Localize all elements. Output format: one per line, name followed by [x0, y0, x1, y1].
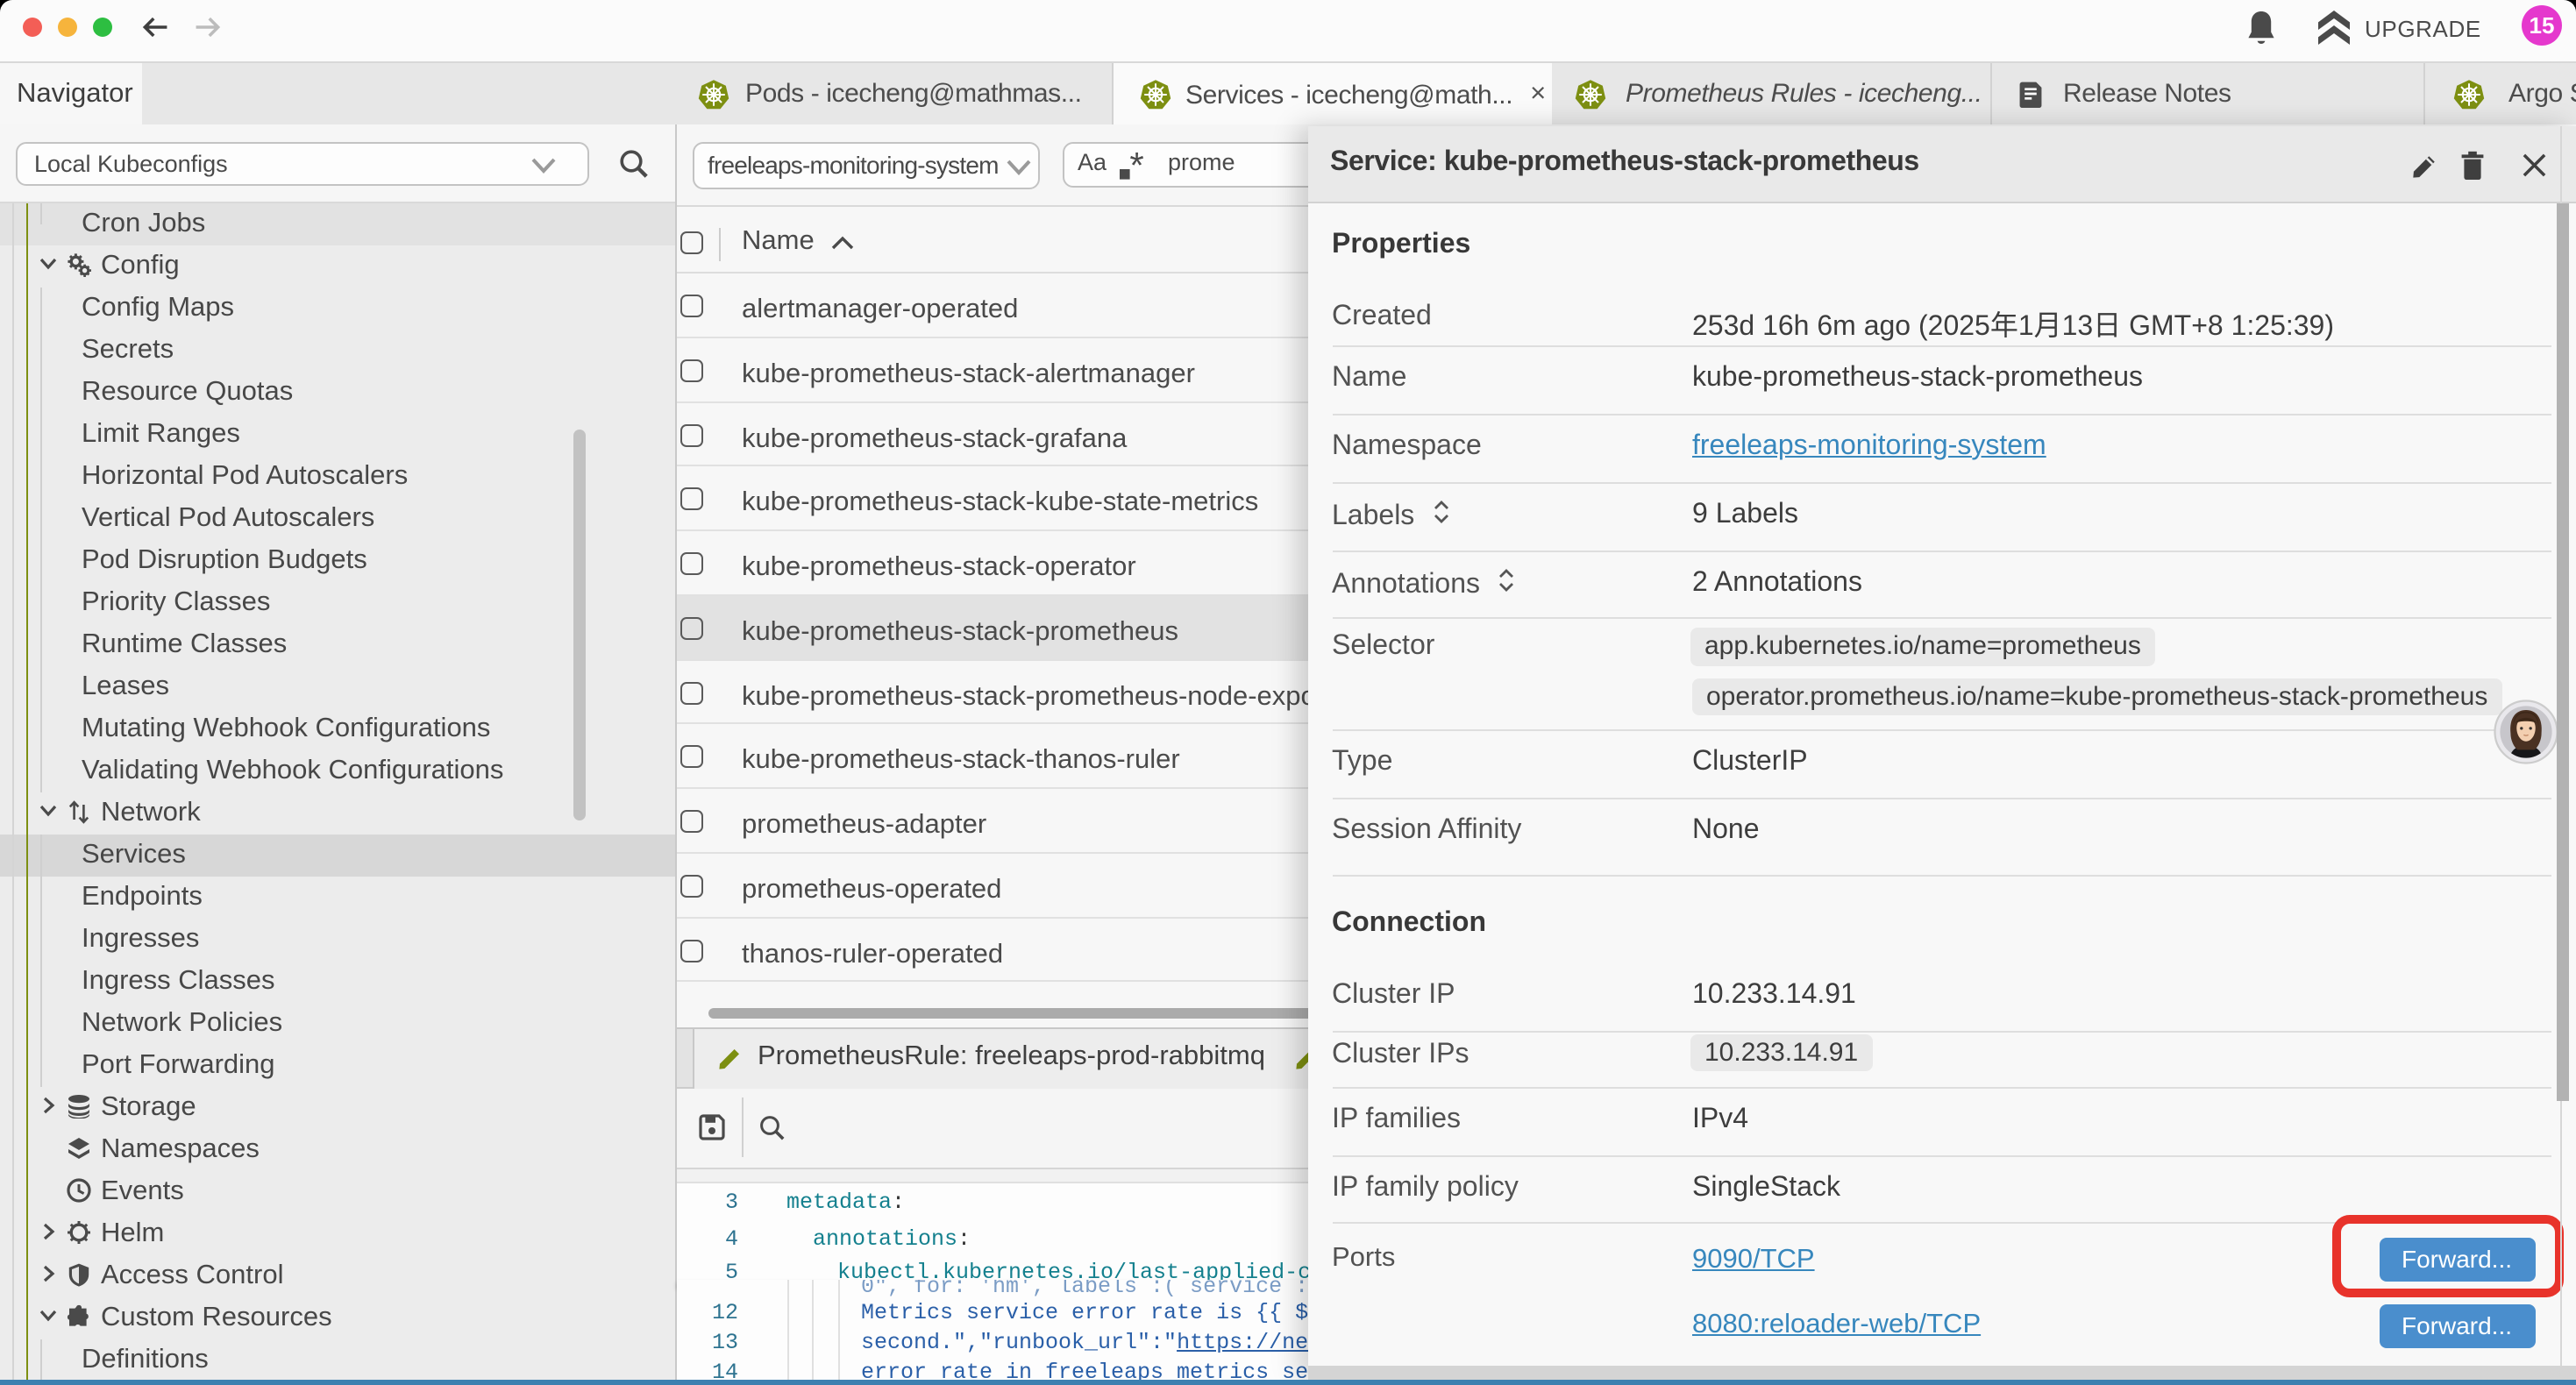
svg-text:*: *: [1128, 152, 1142, 181]
